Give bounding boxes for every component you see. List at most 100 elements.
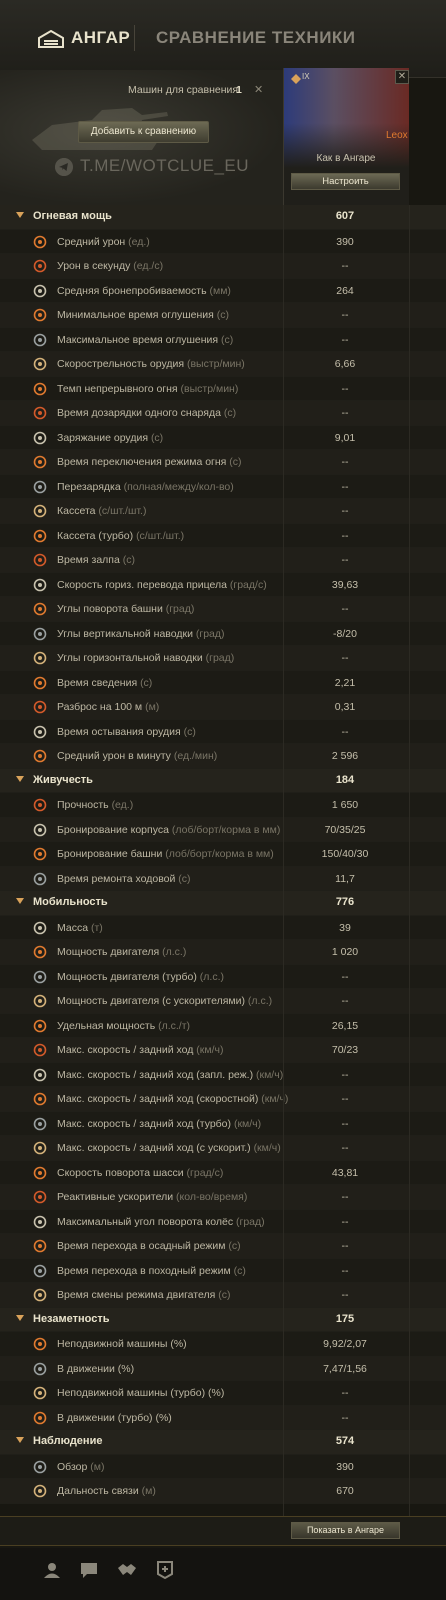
stat-label: Время остывания орудия (с)	[57, 725, 196, 738]
hangar-icon[interactable]	[38, 30, 64, 48]
stat-row: Минимальное время оглушения (с) --	[0, 303, 446, 328]
fire-mode-icon	[33, 455, 47, 469]
stat-row: Масса (т) 39	[0, 915, 446, 940]
stat-label: Средний урон (ед.)	[57, 235, 150, 248]
camo-moving-icon	[33, 1362, 47, 1375]
show-in-hangar-button[interactable]: Показать в Ангаре	[291, 1522, 400, 1539]
tank-tier: IX	[302, 72, 310, 81]
reload-full-icon	[33, 480, 47, 493]
profile-icon[interactable]	[42, 1560, 62, 1580]
stat-value: 39	[339, 921, 351, 934]
group-header[interactable]: Наблюдение 574	[0, 1430, 446, 1455]
chevron-down-icon	[16, 1314, 24, 1321]
stat-unit: (град/с)	[229, 578, 267, 591]
stat-value: --	[341, 529, 349, 542]
stat-label: Макс. скорость / задний ход (запл. реж.)…	[57, 1068, 284, 1081]
stat-row: Углы поворота башни (град) --	[0, 597, 446, 622]
column-divider	[409, 205, 410, 1516]
stat-value: --	[341, 1117, 349, 1130]
stat-unit: (ед./мин)	[173, 750, 218, 762]
camo-moving-turbo-icon	[33, 1411, 47, 1424]
group-header[interactable]: Живучесть 184	[0, 768, 446, 793]
stat-unit: (с)	[228, 1240, 241, 1252]
stat-row: Мощность двигателя (с ускорителями) (л.с…	[0, 989, 446, 1014]
stat-value: 39,63	[331, 578, 359, 591]
stat-label: Максимальное время оглушения (с)	[57, 333, 234, 346]
salvo-icon	[33, 553, 47, 567]
missions-icon[interactable]	[155, 1560, 175, 1580]
stat-row: Средний урон в минуту (ед./мин) 2 596	[0, 744, 446, 769]
stat-label: Скорострельность орудия (выстр/мин)	[57, 358, 245, 370]
group-name: Мобильность	[33, 896, 108, 908]
stat-label: Макс. скорость / задний ход (км/ч)	[57, 1044, 224, 1056]
aim-time-icon	[33, 676, 47, 689]
stat-value: --	[341, 309, 349, 321]
stat-row: Макс. скорость / задний ход (турбо) (км/…	[0, 1111, 446, 1136]
group-score: 574	[335, 1435, 355, 1447]
nav-hangar[interactable]: АНГАР	[71, 28, 130, 48]
stat-row: Скорострельность орудия (выстр/мин) 6,66	[0, 352, 446, 377]
stat-row: Кассета (с/шт./шт.) --	[0, 499, 446, 524]
stat-row: Время переключения режима огня (с) --	[0, 450, 446, 475]
stat-value: 7,47/1,56	[323, 1362, 367, 1375]
clan-icon[interactable]	[117, 1560, 137, 1580]
stat-value: 2,21	[334, 676, 356, 689]
stat-unit: (град/с)	[186, 1166, 224, 1179]
stat-label: Перезарядка (полная/между/кол-во)	[57, 480, 234, 493]
stat-value: --	[341, 260, 349, 272]
clear-compare-icon[interactable]: ✕	[254, 83, 263, 96]
group-header[interactable]: Незаметность 175	[0, 1307, 446, 1332]
stat-value: --	[341, 1068, 349, 1081]
group-header[interactable]: Мобильность 776	[0, 891, 446, 916]
telegram-icon	[55, 158, 73, 176]
stat-label: Разброс на 100 м (м)	[57, 701, 160, 713]
stat-unit: (с)	[221, 333, 234, 346]
stat-label: Масса (т)	[57, 921, 103, 934]
continuous-fire-icon	[33, 382, 47, 395]
compare-count-value: 1	[236, 84, 242, 96]
rocket-booster-icon	[33, 1190, 47, 1204]
stat-value: 11,7	[335, 872, 355, 885]
stat-unit: (с)	[183, 725, 196, 738]
camo-still-icon	[33, 1337, 47, 1351]
stat-row: Реактивные ускорители (кол-во/время) --	[0, 1185, 446, 1210]
stat-unit: (ед./с)	[133, 260, 164, 272]
stat-row: Мощность двигателя (л.с.) 1 020	[0, 940, 446, 965]
stat-unit: (с)	[223, 407, 237, 419]
stat-unit: (м)	[145, 701, 160, 713]
stat-unit: (км/ч)	[196, 1044, 224, 1056]
stat-unit: (лоб/борт/корма в мм)	[171, 823, 281, 836]
compare-count-label: Машин для сравнения:	[128, 84, 241, 96]
stat-unit: (км/ч)	[256, 1068, 284, 1081]
specific-power-icon	[33, 1019, 47, 1032]
remove-tank-icon[interactable]: ✕	[395, 70, 409, 84]
configure-button[interactable]: Настроить	[291, 173, 400, 190]
engine-icon	[33, 945, 47, 959]
damage-per-minute-icon	[33, 749, 47, 763]
stat-value: 150/40/30	[321, 848, 369, 860]
stat-row: Время залпа (с) --	[0, 548, 446, 573]
add-to-compare-button[interactable]: Добавить к сравнению	[78, 121, 209, 143]
stat-row: Максимальный угол поворота колёс (град) -…	[0, 1209, 446, 1234]
stat-unit: (с)	[140, 676, 153, 689]
stat-unit: (град)	[236, 1215, 265, 1228]
chat-icon[interactable]	[79, 1560, 99, 1580]
chevron-down-icon	[16, 212, 24, 218]
stat-label: Время перехода в походный режим (с)	[57, 1264, 246, 1277]
damage-icon	[33, 235, 47, 248]
group-score: 776	[335, 896, 355, 908]
nav-compare[interactable]: СРАВНЕНИЕ ТЕХНИКИ	[156, 28, 356, 48]
stat-value: --	[341, 995, 349, 1007]
stat-label: Время дозарядки одного снаряда (с)	[57, 407, 237, 419]
stat-unit: (с/шт./шт.)	[98, 505, 147, 517]
stat-value: 9,92/2,07	[323, 1338, 367, 1350]
stat-label: Средняя бронепробиваемость (мм)	[57, 284, 231, 297]
stat-row: Перезарядка (полная/между/кол-во) --	[0, 474, 446, 499]
stat-value: --	[341, 603, 349, 615]
stat-value: --	[341, 407, 349, 419]
group-header[interactable]: Огневая мощь 607	[0, 205, 446, 230]
stat-unit: (с)	[216, 309, 230, 321]
stat-row: Время смены режима двигателя (с) --	[0, 1283, 446, 1308]
stats-table: Огневая мощь 607 Средний урон (ед.) 390 Урон…	[0, 205, 446, 1504]
stat-unit: (м)	[90, 1460, 105, 1473]
